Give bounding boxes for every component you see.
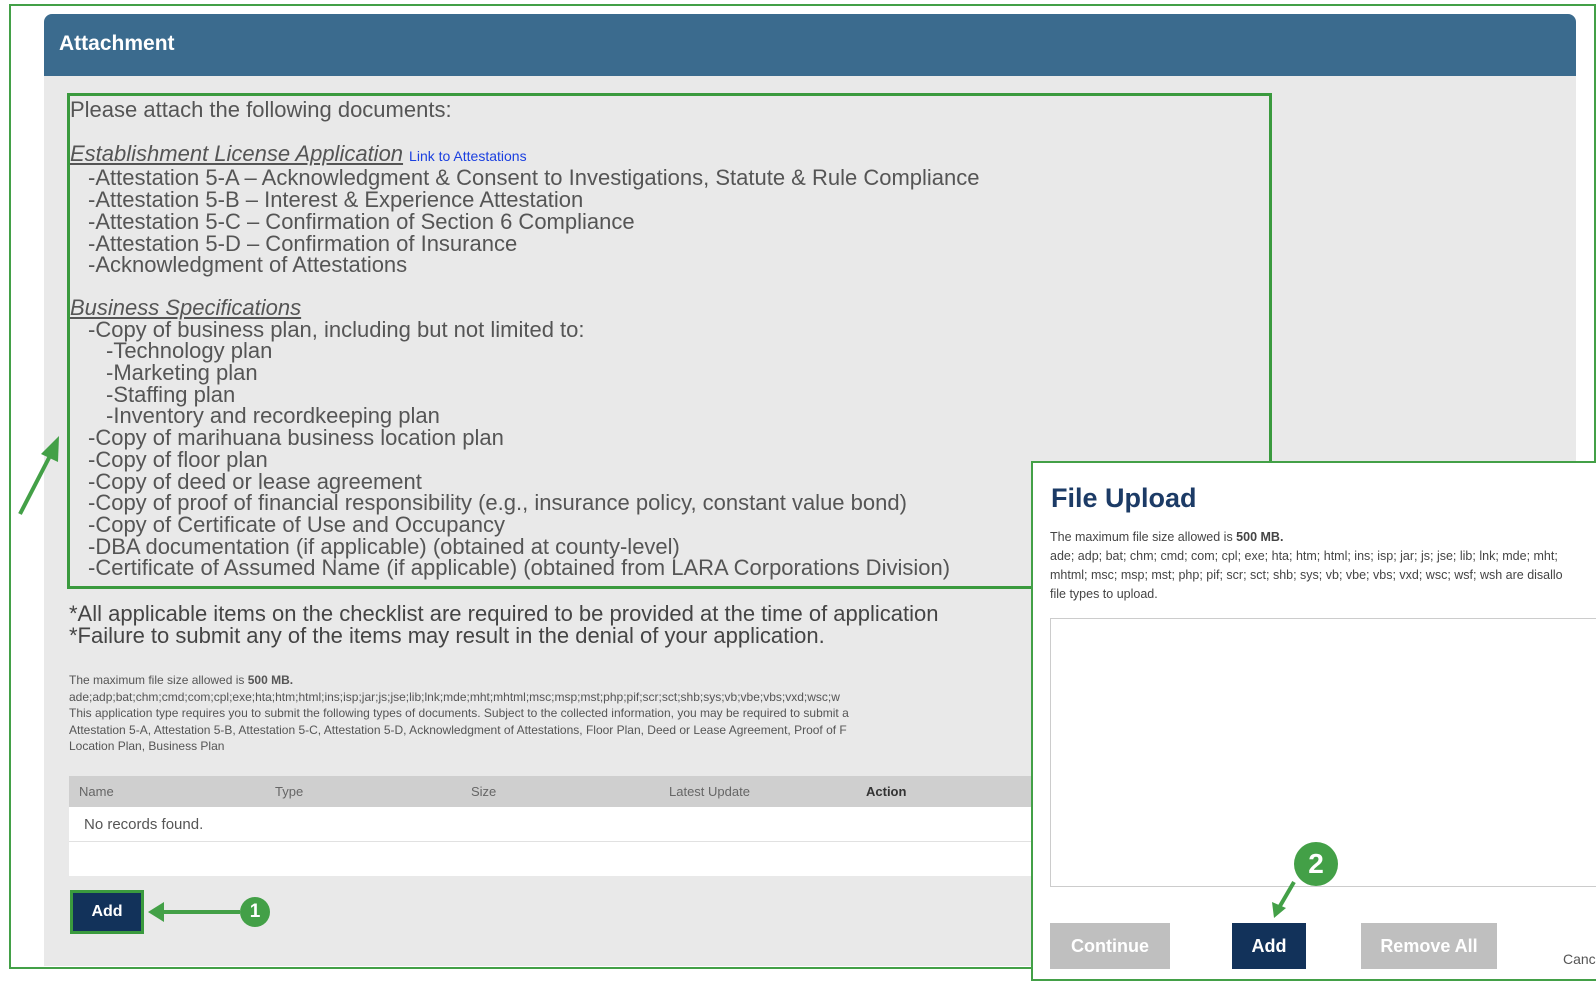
annotation-arrows — [18, 436, 1296, 922]
arrow-head — [41, 436, 59, 462]
arrow-to-documents — [18, 451, 54, 515]
arrow-head — [148, 902, 164, 922]
arrow-to-dialog-add — [1278, 880, 1296, 908]
